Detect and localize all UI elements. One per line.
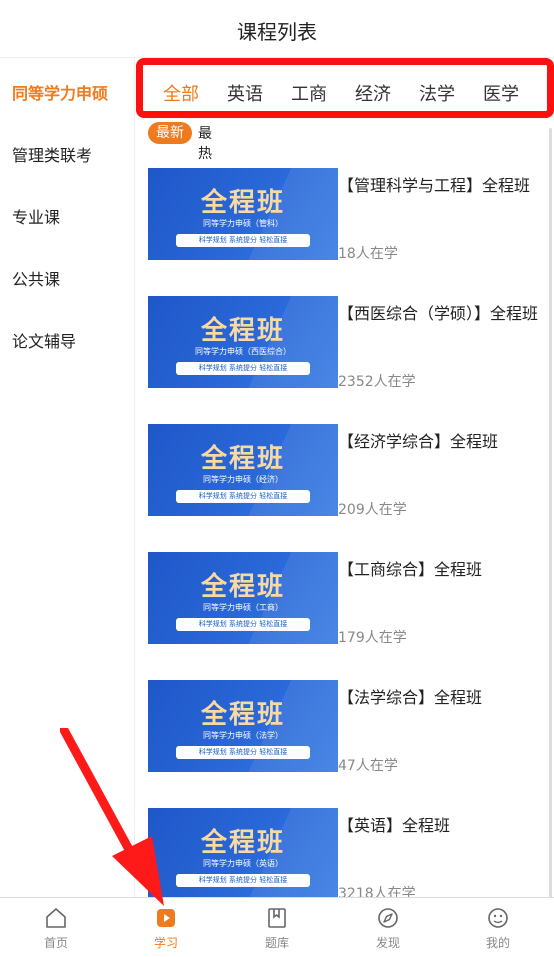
tab-law[interactable]: 法学 (419, 80, 455, 106)
thumb-tagline: 科学规划 系统提分 轻松直接 (176, 490, 310, 503)
course-learners: 47人在学 (338, 758, 398, 774)
thumb-subtitle: 同等学力申硕（经济） (203, 475, 283, 484)
tab-all[interactable]: 全部 (163, 80, 199, 106)
thumb-subtitle: 同等学力申硕（法学） (203, 731, 283, 740)
thumb-subtitle: 同等学力申硕（管科） (203, 219, 283, 228)
thumb-title: 全程班 (200, 572, 285, 602)
tabbar-item-mine[interactable]: 我的 (458, 906, 538, 951)
thumb-title: 全程班 (200, 316, 285, 346)
tab-business[interactable]: 工商 (291, 80, 327, 106)
course-learners: 179人在学 (338, 630, 407, 646)
course-learners: 209人在学 (338, 502, 407, 518)
subject-tabs: 全部 英语 工商 经济 法学 医学 (136, 58, 554, 118)
tabbar-label: 我的 (485, 936, 510, 950)
course-thumbnail: 全程班 同等学力申硕（英语） 科学规划 系统提分 轻松直接 (148, 808, 338, 900)
course-title[interactable]: 【管理科学与工程】全程班 (338, 174, 554, 198)
course-list-panel: 全部 英语 工商 经济 法学 医学 最新 最热 全程班 同等学力申硕（管科） 科… (136, 58, 554, 948)
category-sidebar: 同等学力申硕 管理类联考 专业课 公共课 论文辅导 (0, 58, 135, 897)
scrollbar[interactable] (549, 128, 552, 948)
page-title: 课程列表 (237, 20, 317, 44)
book-icon (268, 908, 286, 928)
course-thumbnail: 全程班 同等学力申硕（西医综合） 科学规划 系统提分 轻松直接 (148, 296, 338, 388)
play-icon (157, 909, 175, 927)
bottom-tabbar: 首页 学习 题库 发现 我的 (0, 897, 554, 957)
course-learners: 2352人在学 (338, 374, 416, 390)
tabbar-item-questions[interactable]: 题库 (237, 906, 317, 951)
tabbar-label: 题库 (264, 936, 289, 950)
course-learners: 18人在学 (338, 246, 398, 262)
course-title[interactable]: 【法学综合】全程班 (338, 686, 554, 710)
course-item[interactable]: 全程班 同等学力申硕（工商） 科学规划 系统提分 轻松直接 【工商综合】全程班 … (148, 552, 548, 652)
course-title[interactable]: 【工商综合】全程班 (338, 558, 554, 582)
course-title[interactable]: 【经济学综合】全程班 (338, 430, 554, 454)
course-thumbnail: 全程班 同等学力申硕（经济） 科学规划 系统提分 轻松直接 (148, 424, 338, 516)
course-title[interactable]: 【西医综合（学硕）】全程班 (338, 302, 554, 326)
course-item[interactable]: 全程班 同等学力申硕（经济） 科学规划 系统提分 轻松直接 【经济学综合】全程班… (148, 424, 548, 524)
tab-economics[interactable]: 经济 (355, 80, 391, 106)
header: 课程列表 (0, 0, 554, 58)
sidebar-item-lunwen[interactable]: 论文辅导 (12, 328, 76, 352)
tabbar-item-discover[interactable]: 发现 (348, 906, 428, 951)
tabbar-label: 学习 (153, 936, 178, 950)
thumb-tagline: 科学规划 系统提分 轻松直接 (176, 362, 310, 375)
thumb-tagline: 科学规划 系统提分 轻松直接 (176, 746, 310, 759)
sort-newest-button[interactable]: 最新 (148, 122, 192, 144)
course-item[interactable]: 全程班 同等学力申硕（管科） 科学规划 系统提分 轻松直接 【管理科学与工程】全… (148, 168, 548, 268)
profile-icon (488, 908, 508, 928)
course-item[interactable]: 全程班 同等学力申硕（英语） 科学规划 系统提分 轻松直接 【英语】全程班 32… (148, 808, 548, 908)
thumb-title: 全程班 (200, 700, 285, 730)
thumb-title: 全程班 (200, 828, 285, 858)
sort-hot-button[interactable]: 最热 (198, 123, 212, 163)
thumb-tagline: 科学规划 系统提分 轻松直接 (176, 874, 310, 887)
thumb-subtitle: 同等学力申硕（西医综合） (195, 347, 291, 356)
tab-english[interactable]: 英语 (227, 80, 263, 106)
course-title[interactable]: 【英语】全程班 (338, 814, 554, 838)
sidebar-item-zhuanye[interactable]: 专业课 (12, 204, 60, 228)
tabbar-item-study[interactable]: 学习 (126, 906, 206, 951)
sidebar-item-guanli[interactable]: 管理类联考 (12, 142, 92, 166)
home-icon (46, 908, 66, 928)
course-item[interactable]: 全程班 同等学力申硕（法学） 科学规划 系统提分 轻松直接 【法学综合】全程班 … (148, 680, 548, 780)
course-thumbnail: 全程班 同等学力申硕（法学） 科学规划 系统提分 轻松直接 (148, 680, 338, 772)
thumb-tagline: 科学规划 系统提分 轻松直接 (176, 234, 310, 247)
sidebar-item-gonggong[interactable]: 公共课 (12, 266, 60, 290)
thumb-title: 全程班 (200, 188, 285, 218)
thumb-subtitle: 同等学力申硕（英语） (203, 859, 283, 868)
thumb-title: 全程班 (200, 444, 285, 474)
tabbar-label: 首页 (43, 936, 68, 950)
tab-medicine[interactable]: 医学 (483, 80, 519, 106)
thumb-tagline: 科学规划 系统提分 轻松直接 (176, 618, 310, 631)
thumb-subtitle: 同等学力申硕（工商） (203, 603, 283, 612)
course-item[interactable]: 全程班 同等学力申硕（西医综合） 科学规划 系统提分 轻松直接 【西医综合（学硕… (148, 296, 548, 396)
course-thumbnail: 全程班 同等学力申硕（管科） 科学规划 系统提分 轻松直接 (148, 168, 338, 260)
tabbar-label: 发现 (375, 936, 400, 950)
tabbar-item-home[interactable]: 首页 (16, 906, 96, 951)
compass-icon (378, 908, 398, 928)
course-thumbnail: 全程班 同等学力申硕（工商） 科学规划 系统提分 轻松直接 (148, 552, 338, 644)
sidebar-item-tongdeng[interactable]: 同等学力申硕 (12, 80, 108, 104)
